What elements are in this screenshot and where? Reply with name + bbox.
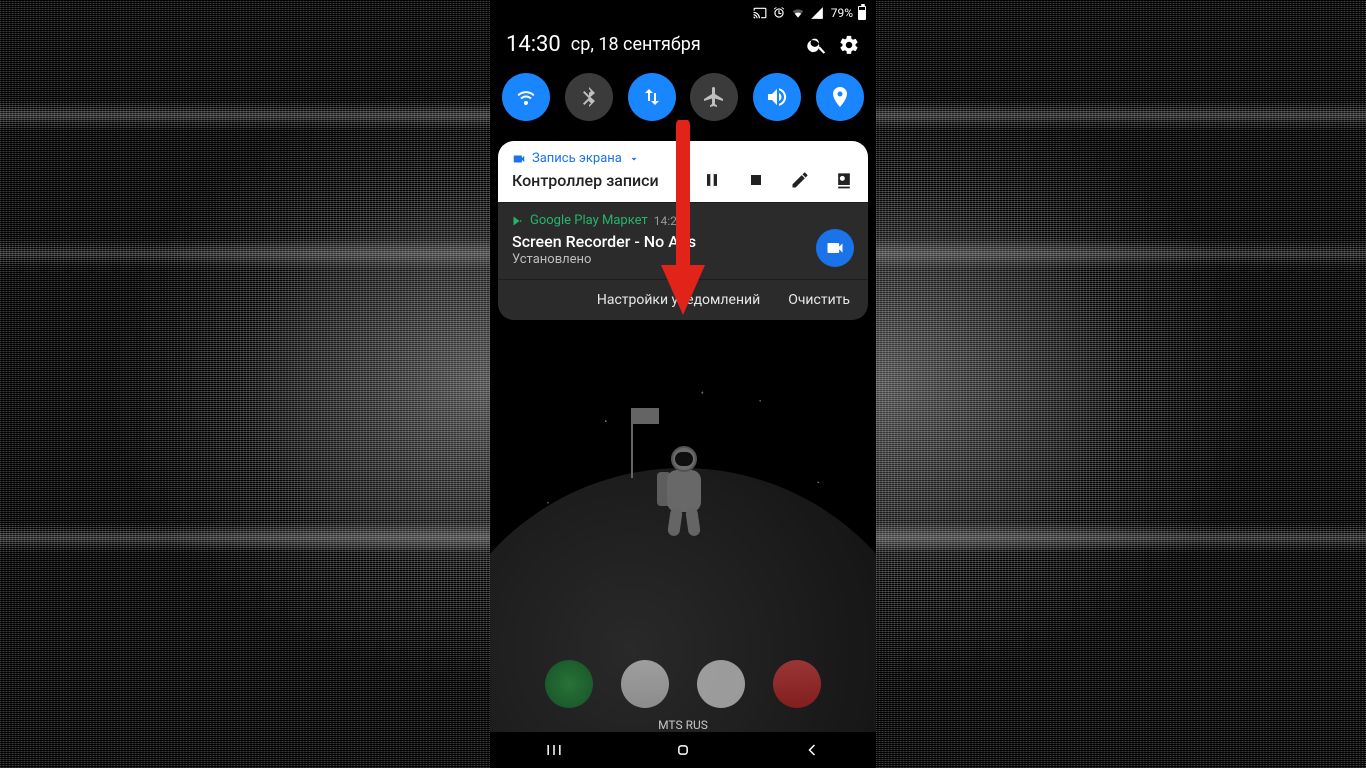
dock-app-chrome[interactable] [697,660,745,708]
clock-time: 14:30 [506,32,561,57]
quick-toggle-mobile-data[interactable] [628,73,676,121]
notification-screen-recorder-controller[interactable]: Запись экрана Контроллер записи [498,141,868,202]
alarm-icon [772,6,786,20]
quick-toggle-bluetooth[interactable] [565,73,613,121]
home-dock [490,660,876,708]
wifi-signal-icon [791,6,805,20]
stage: 79% 14:30 ср, 18 сентября [0,0,1366,768]
quick-toggle-wifi[interactable] [502,73,550,121]
battery-percentage: 79% [831,6,853,20]
dock-app-messages[interactable] [621,660,669,708]
notification-play-store-installed[interactable]: Google Play Маркет 14:28 Screen Recorder… [498,202,868,279]
nav-back-icon[interactable] [802,740,822,760]
notification-shade-header: 14:30 ср, 18 сентября [490,26,876,63]
battery-icon [858,6,866,20]
front-camera-icon[interactable] [834,170,854,190]
cast-icon [753,6,767,20]
clear-all-button[interactable]: Очистить [788,292,850,308]
notification-stack: Запись экрана Контроллер записи [498,141,868,320]
notification-header: Запись экрана [512,151,854,166]
edit-pencil-icon[interactable] [790,170,810,190]
carrier-label: MTS RUS [490,718,876,732]
pause-icon[interactable] [702,170,722,190]
chevron-down-icon[interactable] [628,153,640,165]
play-store-icon [512,215,524,227]
bluetooth-icon [577,85,601,109]
static-noise-left [0,0,490,768]
nav-recents-icon[interactable] [544,740,564,760]
notification-footer: Настройки уведомлений Очистить [498,279,868,320]
wifi-icon [514,85,538,109]
wallpaper-astronaut [653,448,713,538]
status-bar: 79% [490,0,876,26]
notification-settings-button[interactable]: Настройки уведомлений [597,292,760,308]
gear-icon[interactable] [838,34,860,56]
recorder-actions [702,166,854,190]
quick-toggle-sound[interactable] [753,73,801,121]
app-badge-icon[interactable] [816,229,854,267]
videocam-icon [825,238,845,258]
notification-header: Google Play Маркет 14:28 [512,213,854,228]
notification-subtitle: Установлено [512,252,816,267]
nav-home-icon[interactable] [673,740,693,760]
phone-screen: 79% 14:30 ср, 18 сентября [490,0,876,768]
dock-app-phone[interactable] [545,660,593,708]
data-arrows-icon [640,85,664,109]
quick-toggle-airplane[interactable] [690,73,738,121]
notification-app-label: Google Play Маркет [530,213,648,228]
notification-title: Screen Recorder - No Ads [512,232,816,251]
volume-icon [765,85,789,109]
static-noise-right [876,0,1366,768]
videocam-icon [512,152,526,166]
stop-icon[interactable] [746,170,766,190]
notification-app-label: Запись экрана [532,151,622,166]
search-icon[interactable] [806,34,828,56]
location-pin-icon [828,85,852,109]
cellular-signal-icon [810,6,824,20]
notification-time: 14:28 [654,214,684,228]
header-date: ср, 18 сентября [571,34,701,55]
quick-toggle-location[interactable] [816,73,864,121]
notification-title: Контроллер записи [512,171,702,190]
airplane-icon [702,85,726,109]
dock-app-camera[interactable] [773,660,821,708]
navigation-bar [490,732,876,768]
quick-settings-row [490,63,876,141]
